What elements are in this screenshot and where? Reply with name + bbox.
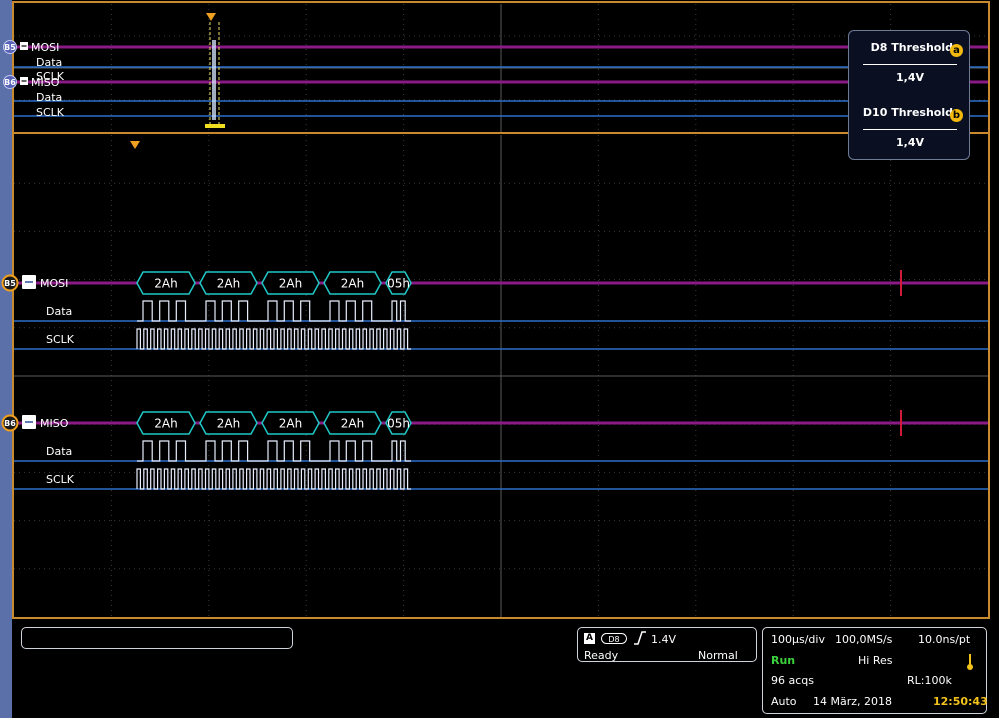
time: 12:50:43	[933, 695, 988, 708]
bus-badge-label: B5	[4, 279, 16, 288]
clock-waveform	[136, 468, 411, 490]
clock-waveform	[136, 328, 411, 350]
timebase: 100µs/div	[771, 633, 825, 646]
separator	[863, 64, 957, 65]
side-strip	[0, 0, 12, 718]
d8-threshold-title: D8 Threshold	[870, 41, 953, 54]
overview-data-label: Data	[36, 56, 62, 69]
data-label: Data	[46, 305, 72, 318]
bus-name: MOSI	[40, 277, 68, 290]
bus-badge-label: B6	[4, 419, 16, 428]
separator	[863, 129, 957, 130]
trigger-channel-badge: A	[584, 633, 595, 644]
overview-data-label: Data	[36, 91, 62, 104]
zoomed-burst	[212, 40, 216, 120]
resolution: 10.0ns/pt	[918, 633, 971, 646]
packet-value[interactable]: 2Ah	[279, 417, 302, 431]
threshold-knob-a-icon: a	[950, 44, 963, 57]
message-box[interactable]	[21, 627, 293, 649]
data-label: Data	[46, 445, 72, 458]
acq-mode: Hi Res	[858, 654, 893, 667]
trigger-source: D8	[601, 633, 627, 644]
sample-rate: 100,0MS/s	[835, 633, 893, 646]
record-length: RL:100k	[907, 674, 952, 687]
overview-bus-name: MISO	[31, 76, 60, 89]
trigger-mode-auto: Auto	[771, 695, 797, 708]
overview-bus-name: MOSI	[31, 41, 59, 54]
threshold-knob-b-icon: b	[950, 109, 963, 122]
trigger-level: 1.4V	[651, 633, 677, 646]
packet-value[interactable]: 2Ah	[154, 417, 177, 431]
packet-value[interactable]: 2Ah	[341, 417, 364, 431]
clock-label: SCLK	[46, 333, 75, 346]
rising-edge-icon	[634, 631, 646, 645]
packet-value[interactable]: 05h	[387, 417, 410, 431]
bus-badge-label: B5	[4, 43, 16, 52]
acquisition-readout[interactable]: 100µs/div 100,0MS/s 10.0ns/pt Run Hi Res…	[762, 627, 988, 714]
packet-value[interactable]: 2Ah	[217, 277, 240, 291]
d10-threshold-title: D10 Threshold	[862, 106, 953, 119]
packet-value[interactable]: 2Ah	[279, 277, 302, 291]
overview-clock-label: SCLK	[36, 106, 65, 119]
run-state: Run	[771, 654, 796, 667]
packet-row: 2Ah 2Ah 2Ah 2Ah 05h	[136, 411, 412, 435]
packet-value[interactable]: 2Ah	[154, 277, 177, 291]
d10-threshold-value[interactable]: 1,4V	[849, 136, 971, 149]
packet-row: 2Ah 2Ah 2Ah 2Ah 05h	[136, 271, 412, 295]
thermometer-icon	[967, 654, 973, 670]
packet-value[interactable]: 2Ah	[217, 417, 240, 431]
trigger-status: Ready	[584, 649, 619, 662]
date: 14 März, 2018	[813, 695, 893, 708]
bus-name: MISO	[40, 417, 69, 430]
threshold-panel[interactable]: D8 Threshold a 1,4V D10 Threshold b 1,4V	[848, 30, 970, 160]
trigger-mode: Normal	[698, 649, 738, 662]
acquisition-count: 96 acqs	[771, 674, 814, 687]
zoom-window-bar[interactable]	[205, 124, 225, 128]
trigger-readout[interactable]: A D8 1.4V Ready Normal	[577, 627, 757, 662]
packet-value[interactable]: 2Ah	[341, 277, 364, 291]
bus-badge-label: B6	[4, 78, 16, 87]
packet-value[interactable]: 05h	[387, 277, 410, 291]
d8-threshold-value[interactable]: 1,4V	[849, 71, 971, 84]
clock-label: SCLK	[46, 473, 75, 486]
